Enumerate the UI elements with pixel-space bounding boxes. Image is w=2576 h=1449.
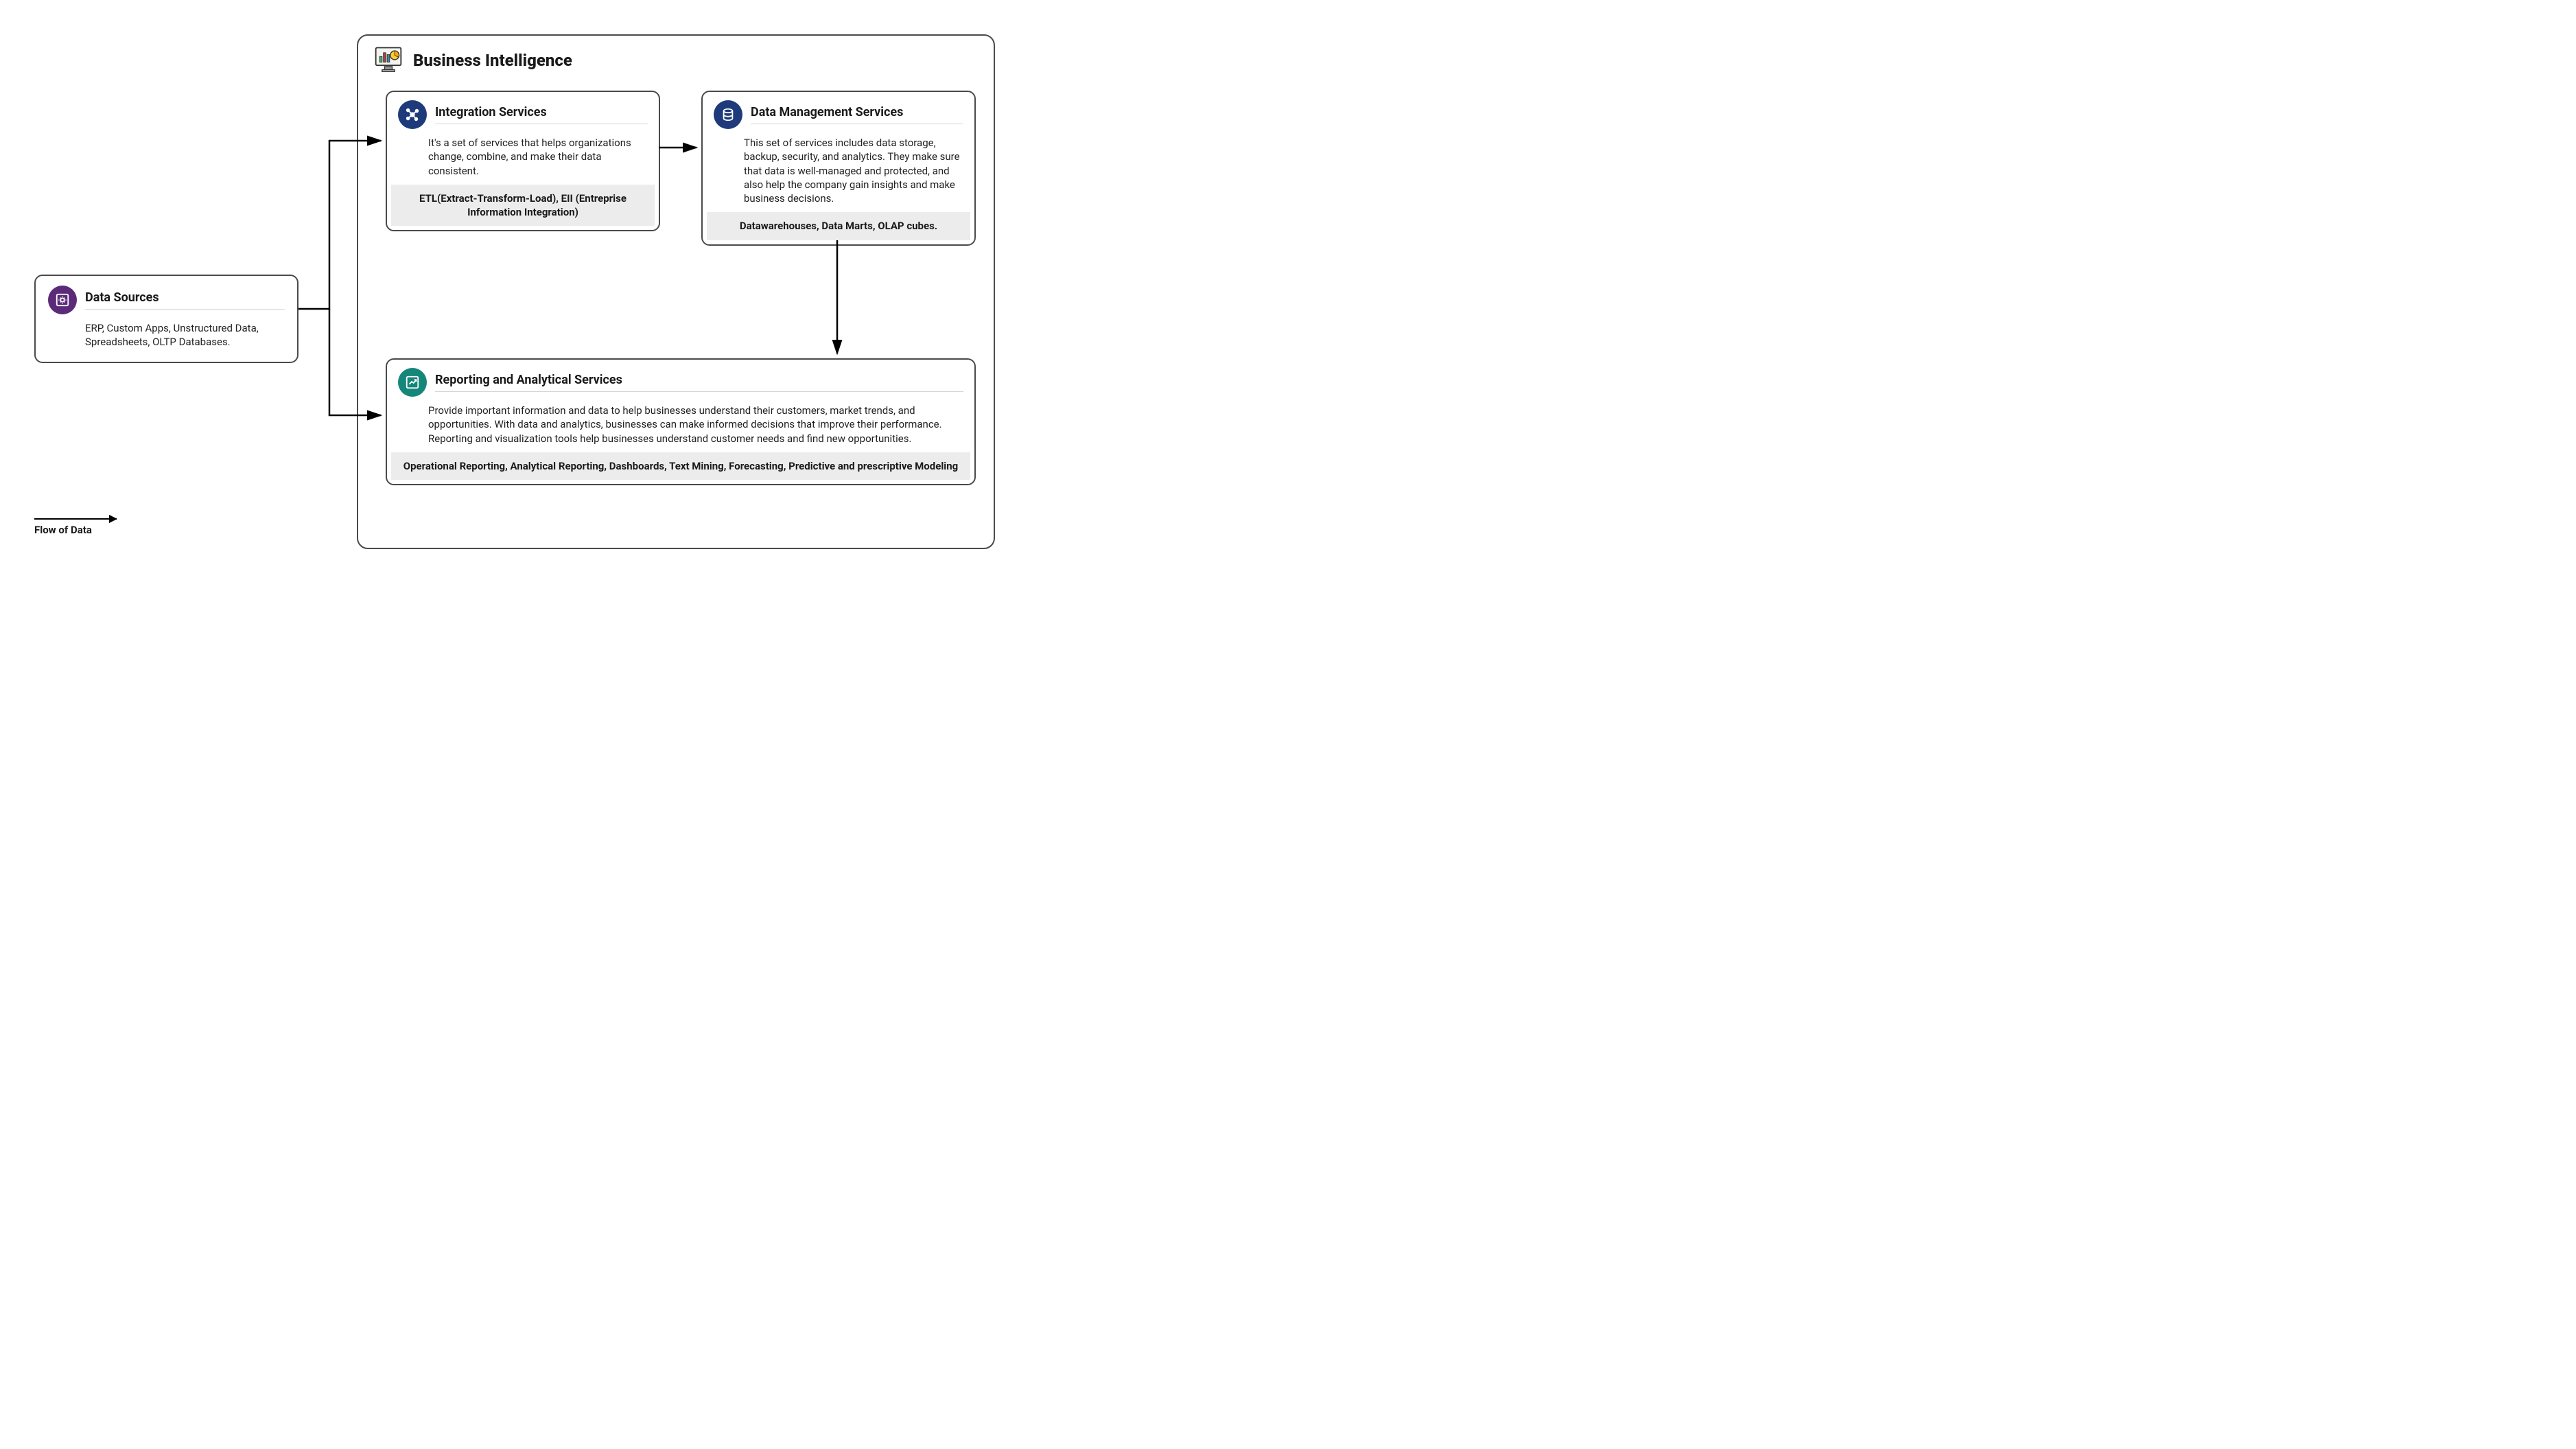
data-mgmt-box: Data Management Services This set of ser… — [701, 91, 976, 246]
integration-services-box: Integration Services It's a set of servi… — [386, 91, 660, 231]
monitor-chart-icon — [373, 44, 403, 77]
integration-title: Integration Services — [435, 105, 648, 124]
data-sources-title: Data Sources — [85, 290, 285, 310]
data-mgmt-desc: This set of services includes data stora… — [703, 129, 974, 212]
flow-legend: Flow of Data — [34, 518, 117, 536]
reporting-desc: Provide important information and data t… — [387, 397, 974, 452]
legend-arrow-icon — [34, 518, 117, 520]
integration-examples: ETL(Extract-Transform-Load), EII (Entrep… — [391, 185, 655, 227]
bi-container: Business Intelligence — [357, 34, 995, 549]
data-sources-box: Data Sources ERP, Custom Apps, Unstructu… — [34, 275, 298, 363]
reporting-box: Reporting and Analytical Services Provid… — [386, 358, 976, 485]
database-icon — [714, 100, 742, 129]
diagram-canvas: Data Sources ERP, Custom Apps, Unstructu… — [14, 14, 1016, 570]
reporting-title: Reporting and Analytical Services — [435, 373, 963, 392]
legend-text: Flow of Data — [34, 524, 117, 536]
chart-up-icon — [398, 368, 427, 397]
data-sources-body: ERP, Custom Apps, Unstructured Data, Spr… — [48, 314, 285, 352]
gear-box-icon — [48, 286, 77, 314]
bi-title: Business Intelligence — [413, 51, 572, 70]
nodes-icon — [398, 100, 427, 129]
reporting-examples: Operational Reporting, Analytical Report… — [391, 452, 970, 480]
data-mgmt-title: Data Management Services — [751, 105, 963, 124]
data-mgmt-examples: Datawarehouses, Data Marts, OLAP cubes. — [707, 212, 970, 240]
integration-desc: It's a set of services that helps organi… — [387, 129, 659, 185]
